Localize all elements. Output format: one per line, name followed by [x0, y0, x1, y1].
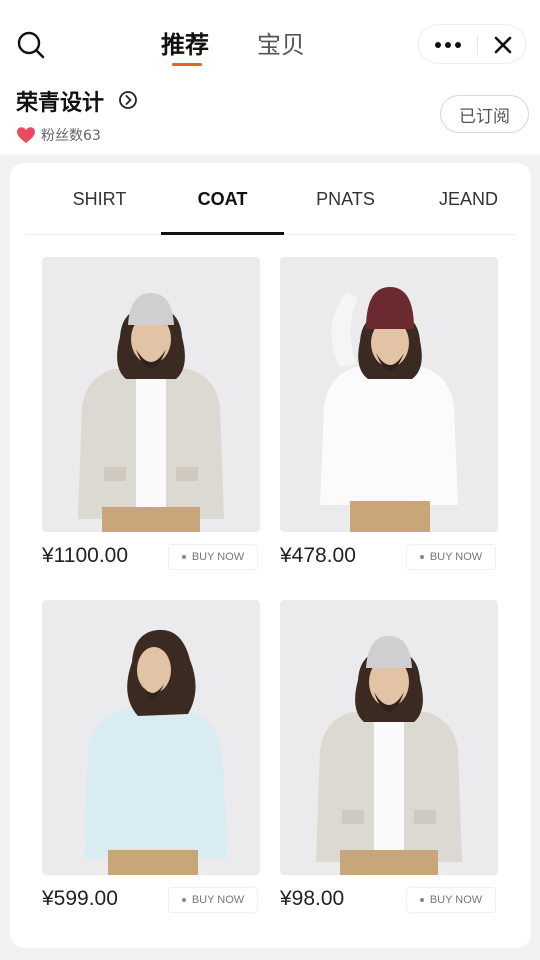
product-card[interactable]: ¥599.00 BUY NOW: [42, 600, 260, 930]
subscribed-button[interactable]: 已订阅: [440, 95, 529, 133]
fans-count-label: 粉丝数63: [41, 128, 101, 144]
product-price: ¥1100.00: [42, 544, 129, 567]
product-image[interactable]: [42, 257, 260, 532]
fans-count: 粉丝数63: [16, 125, 101, 145]
category-tabs: SHIRT COAT PNATS JEAND: [25, 163, 516, 235]
tab-pnats[interactable]: PNATS: [284, 163, 407, 235]
heart-icon: [17, 127, 35, 143]
buy-now-label: BUY NOW: [191, 894, 245, 906]
tab-jeand[interactable]: JEAND: [407, 163, 530, 235]
top-bar: 推荐 宝贝 荣青设计 粉丝数63 已订阅: [0, 0, 540, 155]
buy-now-button[interactable]: BUY NOW: [406, 887, 496, 913]
model-illustration: [320, 287, 458, 532]
shop-name[interactable]: 荣青设计: [16, 85, 104, 117]
close-button[interactable]: [478, 25, 527, 65]
buy-now-button[interactable]: BUY NOW: [168, 887, 258, 913]
product-image[interactable]: [42, 600, 260, 875]
buy-now-label: BUY NOW: [429, 894, 483, 906]
bullet-icon: [419, 555, 424, 559]
product-image[interactable]: [280, 257, 498, 532]
buy-now-button[interactable]: BUY NOW: [406, 544, 496, 570]
product-card[interactable]: ¥1100.00 BUY NOW: [42, 257, 260, 587]
bullet-icon: [181, 898, 186, 902]
bullet-icon: [419, 898, 424, 902]
more-button[interactable]: [419, 25, 477, 65]
model-illustration: [84, 629, 228, 875]
buy-now-label: BUY NOW: [429, 551, 483, 563]
product-price: ¥599.00: [42, 887, 118, 910]
product-image[interactable]: [280, 600, 498, 875]
chevron-right-circle-icon[interactable]: [118, 90, 138, 110]
tab-coat[interactable]: COAT: [161, 163, 284, 235]
tab-items[interactable]: 宝贝: [257, 28, 305, 68]
product-price: ¥98.00: [280, 887, 345, 910]
category-active-indicator: [161, 232, 284, 235]
model-illustration: [316, 636, 462, 875]
mini-program-capsule: [418, 24, 526, 64]
product-panel: SHIRT COAT PNATS JEAND ¥1100.00 BUY NOW: [10, 163, 531, 948]
buy-now-label: BUY NOW: [191, 551, 245, 563]
product-card[interactable]: ¥478.00 BUY NOW: [280, 257, 498, 587]
tab-recommend[interactable]: 推荐: [161, 28, 209, 68]
product-card[interactable]: ¥98.00 BUY NOW: [280, 600, 498, 930]
more-dots-icon: [435, 42, 461, 48]
tab-shirt[interactable]: SHIRT: [38, 163, 161, 235]
buy-now-button[interactable]: BUY NOW: [168, 544, 258, 570]
tab-active-indicator: [172, 63, 202, 66]
model-illustration: [78, 293, 224, 532]
close-icon: [494, 36, 511, 54]
product-price: ¥478.00: [280, 544, 356, 567]
bullet-icon: [181, 555, 186, 559]
